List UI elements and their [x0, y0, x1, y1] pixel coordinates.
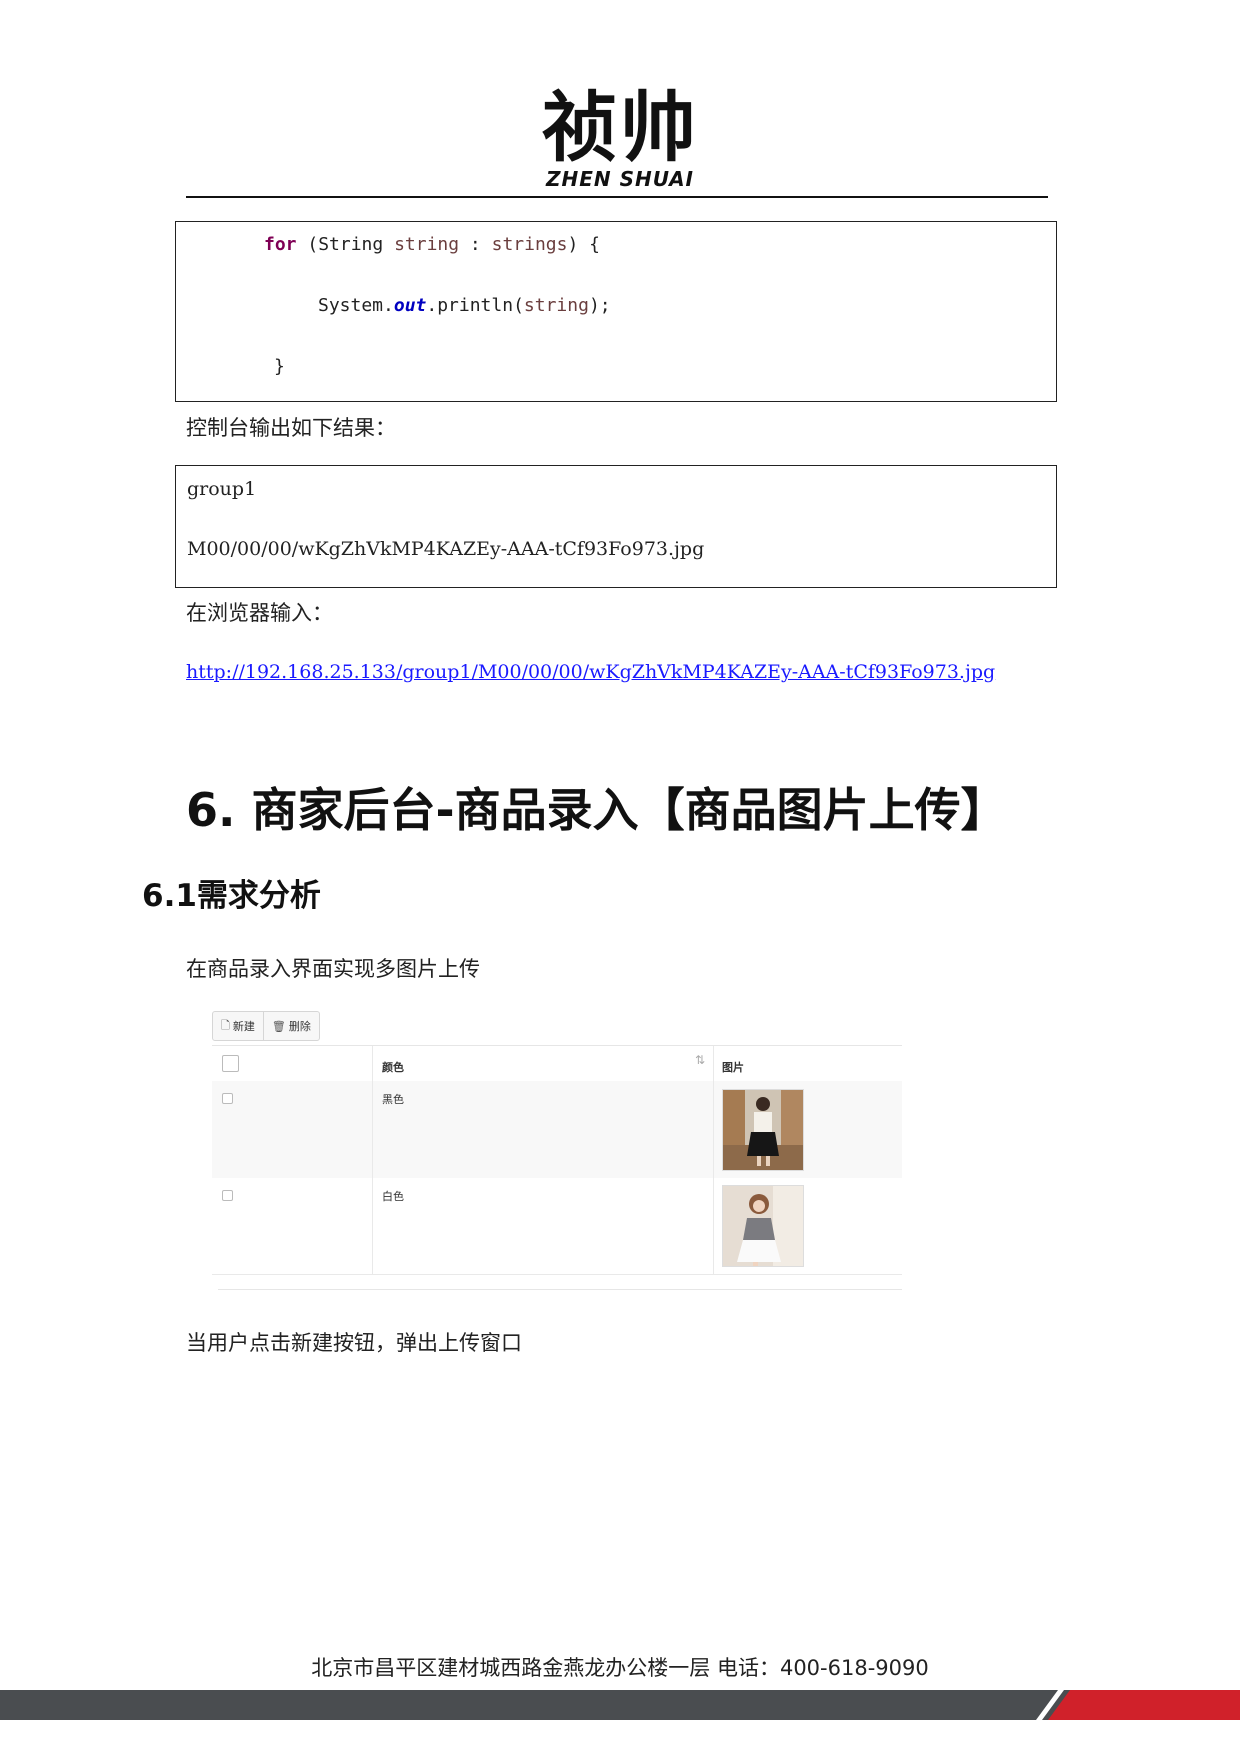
image-url-link[interactable]: http://192.168.25.133/group1/M00/00/00/w… — [186, 661, 995, 683]
code-text: : — [459, 234, 492, 255]
product-thumbnail[interactable] — [722, 1089, 804, 1171]
logo-subtext: ZHEN SHUAI — [545, 167, 694, 191]
file-icon: 🗋 — [221, 1018, 230, 1032]
table-bottom-border — [218, 1289, 902, 1290]
code-text: (String — [296, 234, 395, 255]
table-header: 颜色 ⇅ 图片 — [212, 1046, 902, 1082]
code-text: ) { — [567, 234, 600, 255]
column-divider — [713, 1178, 714, 1274]
code-variable: string — [394, 234, 460, 255]
code-line-2: System.out.println(string); — [318, 295, 611, 316]
image-table: 颜色 ⇅ 图片 黑色 白色 — [212, 1045, 902, 1275]
console-output: group1 M00/00/00/wKgZhVkMP4KAZEy-AAA-tCf… — [175, 465, 1057, 588]
ui-screenshot: 🗋 新建 🗑 删除 颜色 ⇅ 图片 黑色 白色 — [212, 1005, 902, 1290]
row-color: 黑色 — [382, 1093, 404, 1106]
output-line-2: M00/00/00/wKgZhVkMP4KAZEy-AAA-tCf93Fo973… — [187, 538, 705, 560]
column-divider — [713, 1081, 714, 1178]
toolbar: 🗋 新建 🗑 删除 — [212, 1011, 320, 1041]
browser-label: 在浏览器输入： — [186, 601, 333, 625]
section-heading: 6. 商家后台-商品录入【商品图片上传】 — [186, 783, 1007, 837]
console-label: 控制台输出如下结果： — [186, 416, 396, 440]
delete-button[interactable]: 🗑 删除 — [262, 1012, 319, 1040]
table-row: 黑色 — [212, 1081, 902, 1179]
table-row: 白色 — [212, 1178, 902, 1275]
new-button[interactable]: 🗋 新建 — [213, 1012, 263, 1040]
code-field: out — [393, 295, 427, 316]
column-divider — [372, 1178, 373, 1274]
code-text: ); — [588, 295, 611, 316]
output-line-1: group1 — [187, 478, 257, 500]
footer-bar — [0, 1690, 1240, 1720]
delete-button-label: 删除 — [288, 1020, 311, 1033]
column-divider — [372, 1046, 373, 1081]
sort-icon[interactable]: ⇅ — [695, 1053, 705, 1067]
row-color: 白色 — [382, 1190, 404, 1203]
closing-text: 当用户点击新建按钮，弹出上传窗口 — [186, 1331, 522, 1355]
code-keyword: for — [264, 234, 297, 255]
code-variable: strings — [491, 234, 568, 255]
code-line-1: for (String string : strings) { — [264, 234, 600, 255]
thumbnail-image — [723, 1186, 803, 1266]
description-text: 在商品录入界面实现多图片上传 — [186, 957, 480, 981]
subsection-heading: 6.1需求分析 — [142, 878, 321, 914]
logo: 祯帅 — [542, 83, 698, 172]
code-text: System. — [318, 295, 394, 316]
code-text: .println( — [426, 295, 524, 316]
row-checkbox[interactable] — [222, 1190, 233, 1201]
footer-address: 北京市昌平区建材城西路金燕龙办公楼一层 电话：400-618-9090 — [311, 1656, 929, 1680]
column-divider — [713, 1046, 714, 1081]
product-thumbnail[interactable] — [722, 1185, 804, 1267]
new-button-label: 新建 — [232, 1020, 255, 1033]
column-divider — [372, 1081, 373, 1178]
code-block: for (String string : strings) { System.o… — [175, 221, 1057, 402]
select-all-checkbox[interactable] — [222, 1055, 239, 1072]
column-header-image: 图片 — [722, 1061, 744, 1074]
footer-bar-accent — [1048, 1690, 1240, 1720]
header-divider — [186, 196, 1048, 198]
column-header-color[interactable]: 颜色 — [382, 1059, 404, 1075]
code-line-3: } — [274, 356, 285, 377]
thumbnail-image — [723, 1090, 803, 1170]
code-variable: string — [523, 295, 589, 316]
row-checkbox[interactable] — [222, 1093, 233, 1104]
trash-icon: 🗑 — [271, 1019, 286, 1033]
